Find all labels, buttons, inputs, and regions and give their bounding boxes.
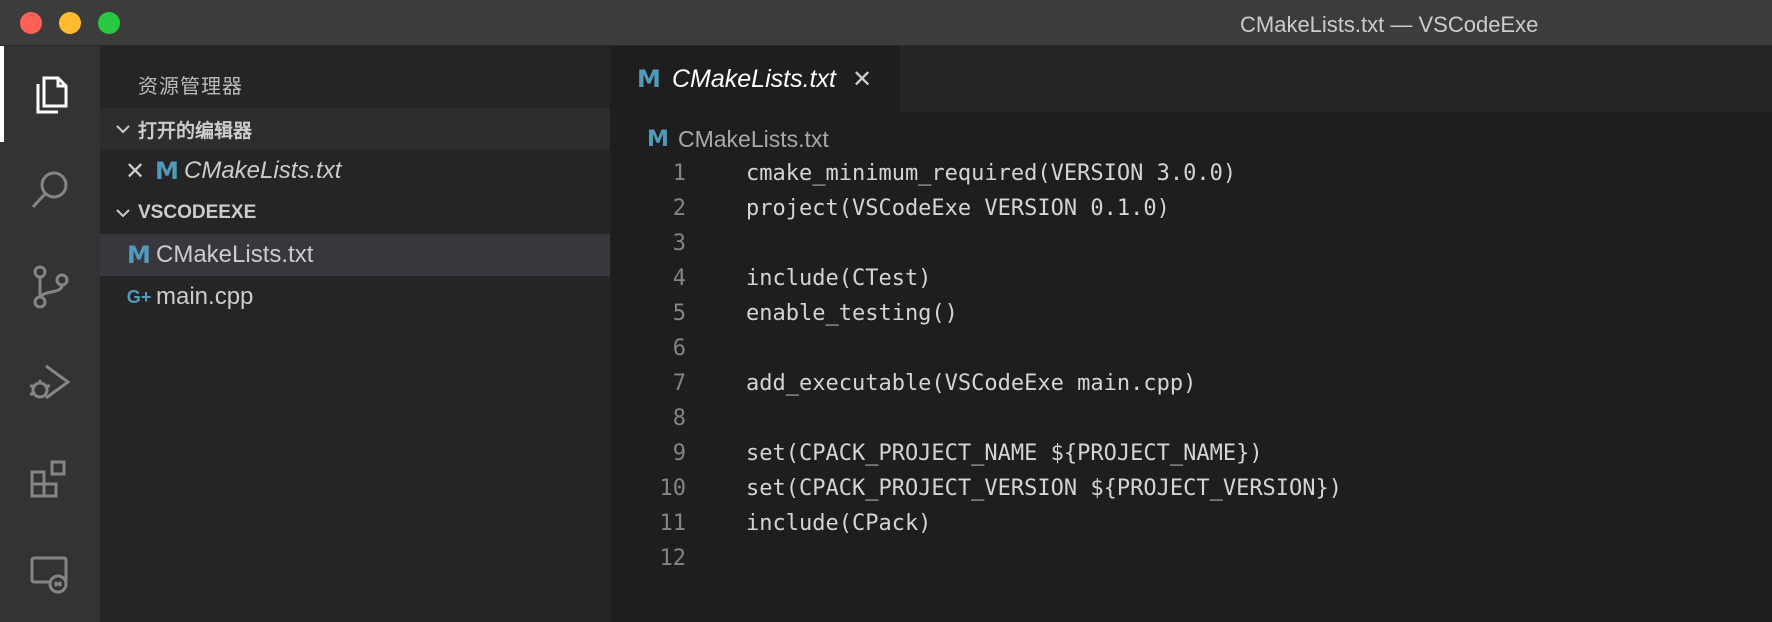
code-line: 6 bbox=[610, 331, 1772, 366]
code-line: 2 project(VSCodeExe VERSION 0.1.0) bbox=[610, 191, 1772, 226]
explorer-sidebar: 资源管理器 打开的编辑器 ✕ M CMakeLists.txt VSCODEEX… bbox=[100, 46, 610, 622]
line-number: 9 bbox=[672, 441, 686, 466]
open-editor-label: CMakeLists.txt bbox=[184, 157, 342, 184]
line-text: add_executable(VSCodeExe main.cpp) bbox=[746, 371, 1197, 396]
code-line: 12 bbox=[610, 541, 1772, 576]
breadcrumb[interactable]: M CMakeLists.txt bbox=[644, 122, 829, 156]
markdown-file-icon: M bbox=[637, 65, 661, 93]
close-icon[interactable]: ✕ bbox=[120, 157, 150, 186]
activity-bar bbox=[0, 46, 100, 622]
markdown-file-icon: M bbox=[155, 157, 179, 185]
activity-remote-explorer[interactable] bbox=[0, 526, 100, 622]
title-bar: CMakeLists.txt — VSCodeExe bbox=[0, 0, 1772, 46]
line-text: include(CTest) bbox=[746, 266, 932, 291]
line-text: cmake_minimum_required(VERSION 3.0.0) bbox=[746, 161, 1237, 186]
line-number: 11 bbox=[659, 511, 687, 536]
section-workspace[interactable]: VSCODEEXE bbox=[100, 192, 610, 234]
close-icon[interactable]: ✕ bbox=[852, 65, 872, 94]
line-number: 12 bbox=[659, 546, 687, 571]
line-text: include(CPack) bbox=[746, 511, 932, 536]
window-title: CMakeLists.txt — VSCodeExe bbox=[1240, 12, 1539, 37]
markdown-file-icon: M bbox=[647, 126, 669, 152]
line-number: 4 bbox=[672, 266, 686, 291]
sidebar-title: 资源管理器 bbox=[138, 76, 243, 98]
breadcrumb-label: CMakeLists.txt bbox=[678, 125, 829, 152]
tab-label: CMakeLists.txt bbox=[672, 64, 836, 93]
activity-search[interactable] bbox=[0, 142, 100, 238]
line-text: enable_testing() bbox=[746, 301, 958, 326]
files-icon bbox=[36, 76, 68, 114]
tab-strip: M CMakeLists.txt ✕ bbox=[610, 46, 1772, 112]
activity-extensions[interactable] bbox=[0, 430, 100, 526]
section-label: 打开的编辑器 bbox=[138, 120, 253, 142]
code-line: 5 enable_testing() bbox=[610, 296, 1772, 331]
line-number: 8 bbox=[672, 406, 686, 431]
code-line: 4 include(CTest) bbox=[610, 261, 1772, 296]
line-number: 10 bbox=[659, 476, 687, 501]
file-item-main-cpp[interactable]: G+ main.cpp bbox=[100, 276, 610, 318]
activity-run-debug[interactable] bbox=[0, 334, 100, 430]
chevron-down-icon bbox=[108, 204, 138, 222]
minimize-window-button[interactable] bbox=[59, 12, 81, 34]
maximize-window-button[interactable] bbox=[98, 12, 120, 34]
remote-explorer-icon bbox=[30, 556, 68, 594]
extensions-icon bbox=[30, 460, 66, 498]
line-number: 5 bbox=[672, 301, 686, 326]
code-line: 8 bbox=[610, 401, 1772, 436]
line-number: 2 bbox=[672, 196, 686, 221]
open-editor-item[interactable]: ✕ M CMakeLists.txt bbox=[100, 150, 610, 192]
code-line: 7 add_executable(VSCodeExe main.cpp) bbox=[610, 366, 1772, 401]
file-label: CMakeLists.txt bbox=[156, 241, 314, 268]
section-open-editors[interactable]: 打开的编辑器 bbox=[100, 108, 610, 150]
activity-explorer[interactable] bbox=[0, 46, 100, 142]
active-indicator bbox=[0, 46, 4, 142]
close-window-button[interactable] bbox=[20, 12, 42, 34]
section-label: VSCODEEXE bbox=[138, 202, 257, 223]
code-line: 3 bbox=[610, 226, 1772, 261]
file-label: main.cpp bbox=[156, 283, 254, 310]
cpp-file-icon: G+ bbox=[126, 286, 152, 307]
line-number: 7 bbox=[672, 371, 686, 396]
line-text: project(VSCodeExe VERSION 0.1.0) bbox=[746, 196, 1170, 221]
line-number: 6 bbox=[672, 336, 686, 361]
editor-area: M CMakeLists.txt ✕ M CMakeLists.txt 1 cm… bbox=[610, 46, 1772, 622]
code-line: 10 set(CPACK_PROJECT_VERSION ${PROJECT_V… bbox=[610, 471, 1772, 506]
search-icon bbox=[31, 171, 68, 209]
activity-source-control[interactable] bbox=[0, 238, 100, 334]
line-text: set(CPACK_PROJECT_NAME ${PROJECT_NAME}) bbox=[746, 441, 1263, 466]
line-text: set(CPACK_PROJECT_VERSION ${PROJECT_VERS… bbox=[746, 476, 1343, 501]
source-control-icon bbox=[33, 265, 69, 309]
file-item-cmakelists[interactable]: M CMakeLists.txt bbox=[100, 234, 610, 276]
code-line: 11 include(CPack) bbox=[610, 506, 1772, 541]
chevron-down-icon bbox=[108, 120, 138, 138]
line-number: 3 bbox=[672, 231, 686, 256]
code-line: 1 cmake_minimum_required(VERSION 3.0.0) bbox=[610, 156, 1772, 191]
markdown-file-icon: M bbox=[127, 241, 151, 269]
code-line: 9 set(CPACK_PROJECT_NAME ${PROJECT_NAME}… bbox=[610, 436, 1772, 471]
tab-cmakelists[interactable]: M CMakeLists.txt ✕ bbox=[610, 46, 900, 112]
run-debug-icon bbox=[30, 364, 71, 400]
line-number: 1 bbox=[672, 161, 686, 186]
